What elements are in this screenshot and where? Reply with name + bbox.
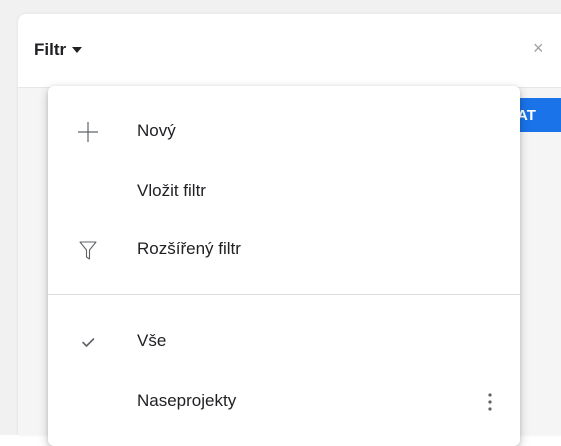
menu-item-label: Naseprojekty — [137, 391, 237, 410]
caret-down-icon — [72, 47, 83, 53]
filter-title-label: Filtr — [34, 40, 67, 59]
filter-dropdown-toggle[interactable]: Filtr — [34, 40, 83, 60]
menu-item-insert-filter[interactable]: Vložit filtr — [48, 166, 520, 218]
close-icon[interactable]: × — [533, 39, 549, 57]
menu-item-advanced-filter[interactable]: Rozšířený filtr — [48, 224, 520, 276]
menu-item-label: Vše — [137, 331, 167, 350]
menu-item-new[interactable]: Nový — [48, 106, 520, 158]
panel-header: Filtr × — [18, 14, 561, 88]
plus-icon — [74, 118, 102, 146]
menu-divider — [48, 294, 520, 295]
menu-item-label: Vložit filtr — [137, 181, 206, 200]
menu-item-label: Nový — [137, 121, 176, 140]
filter-menu: Nový Vložit filtr Rozšířený filtr Vše Na… — [48, 86, 520, 446]
saved-filter-all[interactable]: Vše — [48, 316, 520, 368]
menu-item-label: Rozšířený filtr — [137, 239, 241, 258]
saved-filter-naseprojekty[interactable]: Naseprojekty — [48, 376, 520, 428]
funnel-icon — [74, 236, 102, 264]
more-vert-icon[interactable] — [480, 388, 500, 416]
check-icon — [74, 328, 102, 356]
